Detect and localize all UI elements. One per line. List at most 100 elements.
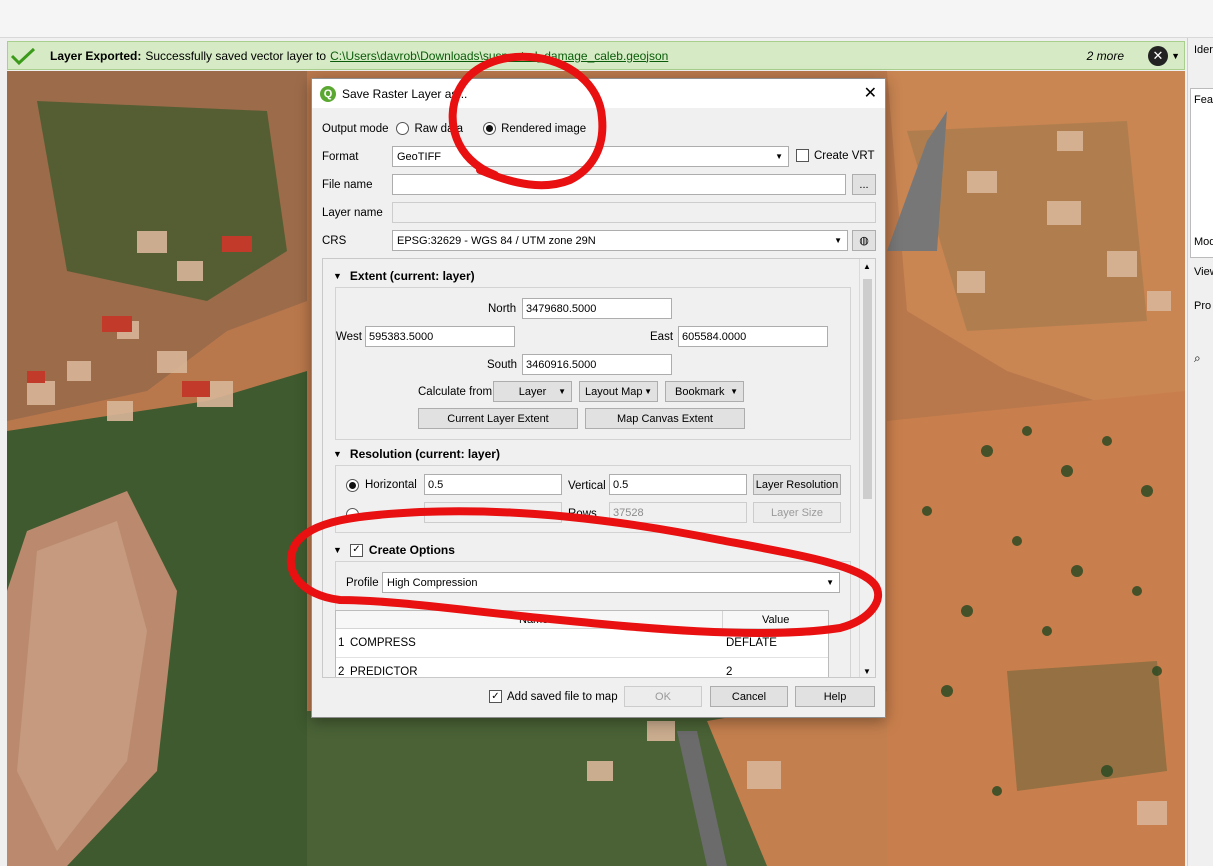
east-input[interactable]: 605584.0000: [678, 326, 828, 347]
row-index: 1: [338, 637, 345, 649]
scroll-down-icon[interactable]: ▼: [863, 667, 871, 676]
bookmark-button-label: Bookmark: [675, 385, 725, 398]
search-icon[interactable]: ⌕: [1194, 351, 1201, 366]
rendered-image-label: Rendered image: [501, 122, 587, 135]
message-dropdown-icon[interactable]: ▼: [1171, 51, 1180, 61]
option-value: DEFLATE: [726, 637, 777, 649]
add-saved-file-label: Add saved file to map: [507, 691, 618, 703]
format-value: GeoTIFF: [397, 150, 442, 163]
format-select[interactable]: GeoTIFF ▼: [392, 146, 789, 167]
current-layer-extent-button[interactable]: Current Layer Extent: [418, 408, 578, 429]
extent-groupbox: North 3479680.5000 West 595383.5000 East…: [335, 287, 851, 440]
option-value: 2: [726, 666, 733, 678]
vertical-label: Vertical: [568, 480, 606, 492]
layer-size-button: Layer Size: [753, 502, 841, 523]
north-input[interactable]: 3479680.5000: [522, 298, 672, 319]
crs-label: CRS: [322, 235, 347, 247]
right-dock-panel: Ider Feat Mod View Pro ⌕: [1187, 38, 1213, 866]
layer-extent-button-label: Layer: [518, 385, 547, 398]
table-row[interactable]: 1 COMPRESS DEFLATE: [336, 629, 828, 658]
create-options-table[interactable]: Name Value 1 COMPRESS DEFLATE 2 PREDICTO…: [335, 610, 829, 678]
extent-section-header[interactable]: ▼ Extent (current: layer): [333, 269, 475, 283]
table-header: Name Value: [336, 611, 828, 629]
west-input[interactable]: 595383.5000: [365, 326, 515, 347]
chevron-down-icon: ▼: [558, 387, 566, 396]
columns-radio[interactable]: [346, 508, 359, 521]
row-index: 2: [338, 666, 345, 678]
layer-name-label: Layer name: [322, 207, 383, 219]
output-mode-row: Output mode Raw data Rendered image: [322, 122, 586, 135]
crs-value: EPSG:32629 - WGS 84 / UTM zone 29N: [397, 234, 596, 247]
scrollbar-thumb[interactable]: [863, 279, 872, 499]
message-more-link[interactable]: 2 more: [1087, 49, 1124, 63]
dialog-titlebar: Q Save Raster Layer as... ✕: [312, 79, 885, 108]
layer-resolution-button[interactable]: Layer Resolution: [753, 474, 841, 495]
horizontal-radio[interactable]: [346, 479, 359, 492]
file-name-label: File name: [322, 179, 373, 191]
view-label: View: [1194, 266, 1213, 278]
profile-select[interactable]: High Compression ▼: [382, 572, 840, 593]
create-vrt-checkbox[interactable]: [796, 149, 809, 162]
raw-data-label: Raw data: [414, 122, 464, 135]
collapse-triangle-icon: ▼: [333, 545, 342, 555]
message-bar: Layer Exported: Successfully saved vecto…: [7, 41, 1185, 70]
layer-extent-button[interactable]: Layer ▼: [493, 381, 572, 402]
chevron-down-icon: ▼: [826, 578, 834, 587]
help-button[interactable]: Help: [795, 686, 875, 707]
calculate-from-label: Calculate from: [418, 386, 493, 398]
west-label: West: [336, 331, 362, 343]
create-options-checkbox[interactable]: ✓: [349, 543, 363, 557]
north-label: North: [488, 303, 517, 315]
ok-button[interactable]: OK: [624, 686, 702, 707]
success-check-icon: [8, 41, 38, 70]
profile-value: High Compression: [387, 576, 478, 589]
browse-file-button[interactable]: ...: [852, 174, 876, 195]
horizontal-input[interactable]: 0.5: [424, 474, 562, 495]
vertical-scrollbar[interactable]: ▲ ▼: [859, 259, 875, 677]
bookmark-button[interactable]: Bookmark ▼: [665, 381, 744, 402]
resolution-section-header[interactable]: ▼ Resolution (current: layer): [333, 447, 500, 461]
chevron-down-icon: ▼: [834, 236, 842, 245]
rows-input: 37528: [609, 502, 747, 523]
dialog-title: Save Raster Layer as...: [342, 86, 468, 101]
close-message-icon[interactable]: ✕: [1148, 45, 1168, 66]
message-file-link[interactable]: C:\Users\davrob\Downloads\suspected_dama…: [330, 49, 668, 63]
output-mode-label: Output mode: [322, 122, 389, 135]
chevron-down-icon: ▼: [775, 152, 783, 161]
feature-tree[interactable]: Feat: [1190, 88, 1213, 258]
map-canvas-extent-button[interactable]: Map Canvas Extent: [585, 408, 745, 429]
layout-map-button[interactable]: Layout Map ▼: [579, 381, 658, 402]
add-saved-file-checkbox[interactable]: ✓: [489, 690, 502, 703]
rendered-image-radio[interactable]: [483, 122, 497, 135]
south-input[interactable]: 3460916.5000: [522, 354, 672, 375]
options-scroll-area[interactable]: ▼ Extent (current: layer) North 3479680.…: [322, 258, 876, 678]
chevron-down-icon: ▼: [730, 387, 738, 396]
east-label: East: [650, 331, 674, 343]
create-options-header-label: Create Options: [368, 543, 455, 557]
raw-data-radio[interactable]: [396, 122, 410, 135]
layout-map-button-label: Layout Map: [585, 385, 643, 398]
close-dialog-icon[interactable]: ✕: [864, 83, 877, 103]
option-name: COMPRESS: [350, 637, 416, 649]
horizontal-label: Horizontal: [365, 479, 417, 491]
message-text: Successfully saved vector layer to: [145, 48, 327, 63]
identify-panel-label: Ider: [1194, 44, 1213, 56]
mode-label: Mod: [1194, 236, 1213, 248]
vertical-input[interactable]: 0.5: [609, 474, 747, 495]
profile-label: Profile: [346, 577, 379, 589]
qgis-logo-icon: Q: [320, 85, 336, 102]
top-toolbar: [0, 0, 1213, 38]
name-column-header: Name: [519, 614, 549, 626]
table-row[interactable]: 2 PREDICTOR 2: [336, 658, 828, 678]
save-raster-dialog: Q Save Raster Layer as... ✕ Output mode …: [311, 78, 886, 718]
feature-column-label: Feat: [1194, 94, 1213, 106]
file-name-input[interactable]: [392, 174, 846, 195]
crs-select[interactable]: EPSG:32629 - WGS 84 / UTM zone 29N ▼: [392, 230, 848, 251]
scroll-up-icon[interactable]: ▲: [863, 262, 871, 271]
create-options-section-header[interactable]: ▼ ✓ Create Options: [333, 543, 455, 557]
extent-header-label: Extent (current: layer): [349, 269, 475, 283]
south-label: South: [487, 359, 518, 371]
crs-selector-button[interactable]: ◍: [852, 230, 876, 251]
collapse-triangle-icon: ▼: [333, 271, 342, 281]
cancel-button[interactable]: Cancel: [710, 686, 788, 707]
